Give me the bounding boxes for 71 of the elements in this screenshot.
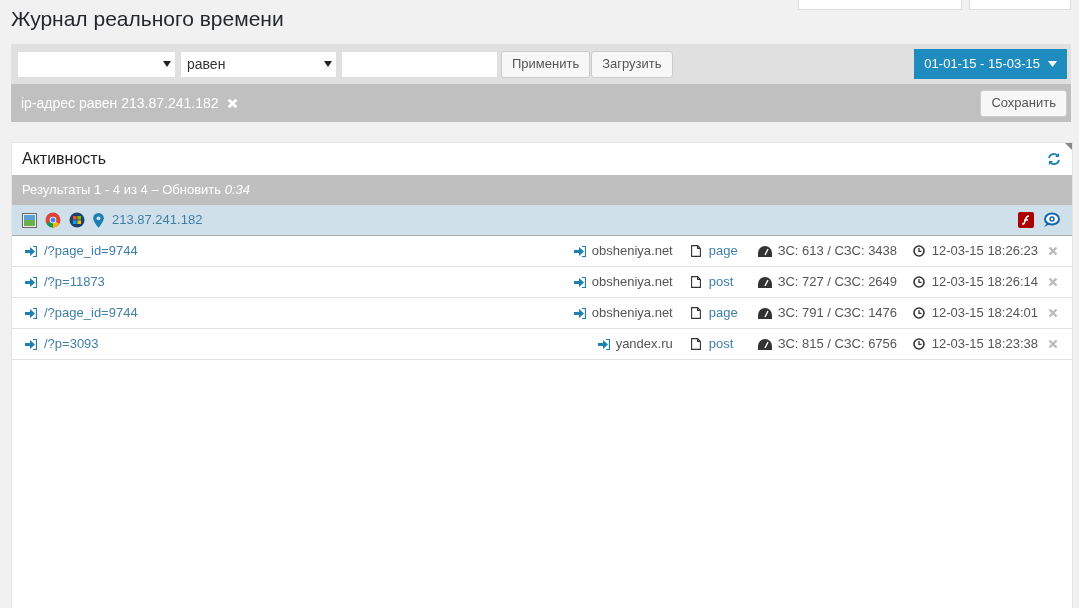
page-title: Журнал реального времени — [11, 6, 284, 32]
load-button[interactable]: Загрузить — [591, 50, 673, 78]
referrer-text: obsheniya.net — [591, 273, 673, 292]
referrer-text: obsheniya.net — [591, 304, 673, 323]
entry-arrow-icon — [597, 338, 610, 350]
location-pin-icon — [93, 212, 104, 228]
content-type: page — [708, 304, 738, 323]
exit-arrow-icon — [25, 245, 37, 257]
select-value: равен — [187, 54, 226, 74]
delete-icon[interactable] — [1048, 246, 1058, 256]
caret-icon — [324, 61, 332, 67]
page-link[interactable]: /?p=3093 — [44, 334, 598, 354]
exit-arrow-icon — [25, 276, 37, 288]
os-icon — [69, 212, 85, 228]
visit-time: 12-03-15 18:24:01 — [931, 304, 1038, 323]
browser-icon — [45, 212, 61, 228]
clock-icon — [912, 338, 925, 350]
entry-arrow-icon — [573, 276, 586, 288]
page-link[interactable]: /?page_id=9744 — [44, 241, 574, 261]
entry-arrow-icon — [573, 307, 586, 319]
page-link[interactable]: /?page_id=9744 — [44, 303, 574, 323]
visit-time: 12-03-15 18:23:38 — [931, 335, 1038, 354]
content-type: post — [708, 273, 734, 292]
entry-arrow-icon — [573, 245, 586, 257]
visitor-ip[interactable]: 213.87.241.182 — [112, 210, 203, 230]
panel-title: Активность — [22, 149, 106, 169]
clock-icon — [912, 307, 925, 319]
delete-icon[interactable] — [1048, 339, 1058, 349]
results-summary: Результаты 1 - 4 из 4 – Обновить 0:34 — [22, 181, 250, 200]
content-type: page — [708, 242, 738, 261]
document-icon — [690, 338, 701, 350]
screen-icon — [22, 212, 37, 228]
load-stats: ЗС: 815 / СЗС: 6756 — [777, 335, 898, 354]
load-stats: ЗС: 613 / СЗС: 3438 — [777, 242, 898, 261]
dashboard-icon — [757, 276, 772, 288]
visit-time: 12-03-15 18:26:14 — [931, 273, 1038, 292]
referrer-text: obsheniya.net — [591, 242, 673, 261]
clock-icon — [912, 276, 925, 288]
caret-icon — [163, 61, 171, 67]
operator-select[interactable]: равен — [181, 51, 336, 77]
refresh-icon — [1047, 152, 1061, 166]
save-button[interactable]: Сохранить — [980, 89, 1067, 117]
remove-filter-icon — [226, 97, 238, 109]
caret-icon — [1048, 61, 1057, 67]
corner-icon — [1065, 143, 1072, 150]
visit-time: 12-03-15 18:26:23 — [931, 242, 1038, 261]
dashboard-icon — [757, 307, 772, 319]
exit-arrow-icon — [25, 307, 37, 319]
speech-bubble-icon — [1042, 212, 1060, 228]
screen-options-tab[interactable] — [798, 0, 962, 10]
delete-icon[interactable] — [1048, 308, 1058, 318]
referrer-text: yandex.ru — [615, 335, 673, 354]
dashboard-icon — [757, 338, 772, 350]
date-range-button[interactable]: 01-01-15 - 15-03-15 — [914, 49, 1067, 79]
flash-icon — [1018, 212, 1034, 228]
load-stats: ЗС: 791 / СЗС: 1476 — [777, 304, 898, 323]
delete-icon[interactable] — [1048, 277, 1058, 287]
document-icon — [690, 245, 701, 257]
clock-icon — [912, 245, 925, 257]
apply-button[interactable]: Применить — [501, 50, 591, 78]
dashboard-icon — [757, 245, 772, 257]
document-icon — [690, 276, 701, 288]
value-input[interactable] — [342, 51, 497, 77]
active-filter-label: ip-адрес равен 213.87.241.182 — [21, 93, 219, 113]
exit-arrow-icon — [25, 338, 37, 350]
page-link[interactable]: /?p=11873 — [44, 272, 574, 292]
help-tab[interactable] — [969, 0, 1071, 10]
content-type: post — [708, 335, 734, 354]
field-select[interactable] — [18, 51, 175, 77]
load-stats: ЗС: 727 / СЗС: 2649 — [777, 273, 898, 292]
document-icon — [690, 307, 701, 319]
